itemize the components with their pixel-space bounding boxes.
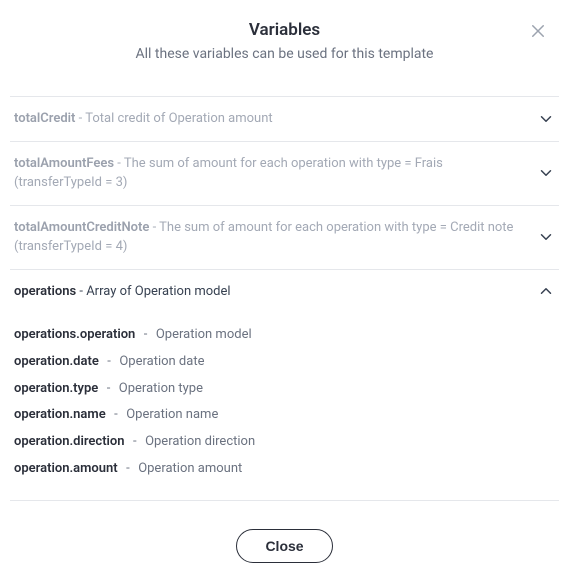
variable-text: totalAmountFees - The sum of amount for … [14,154,527,193]
variable-sep: - [127,434,144,449]
child-name: operation.direction [14,434,125,449]
chevron-down-icon [537,164,555,182]
chevron-up-icon [537,282,555,300]
child-name: operations.operation [14,327,135,342]
modal-title: Variables [20,20,549,40]
variable-totalAmountCreditNote: totalAmountCreditNote - The sum of amoun… [10,206,559,270]
child-variable: operation.amount - Operation amount [14,459,555,480]
modal-header: Variables All these variables can be use… [0,0,569,70]
child-name: operation.name [14,407,106,422]
accordion-header[interactable]: operations - Array of Operation model [10,270,559,314]
modal-footer: Close [0,515,569,583]
variable-sep: - [114,156,124,171]
variable-sep: - [120,461,137,476]
variable-totalAmountFees: totalAmountFees - The sum of amount for … [10,142,559,206]
variable-sep: - [108,407,125,422]
child-name: operation.type [14,381,98,396]
accordion-header[interactable]: totalAmountFees - The sum of amount for … [10,142,559,205]
variable-sep: - [76,284,86,299]
child-desc: Operation type [119,381,203,396]
modal-content: totalCredit - Total credit of Operation … [0,70,569,515]
variable-name: totalCredit [14,111,75,126]
accordion-header[interactable]: firstBalance - Array of variable [10,501,559,515]
variable-name: operations [14,284,76,299]
close-button[interactable]: Close [236,529,332,563]
variable-sep: - [137,327,154,342]
variable-desc: Total credit of Operation amount [85,111,272,126]
child-variable: operation.direction - Operation directio… [14,432,555,453]
child-variable: operation.name - Operation name [14,405,555,426]
chevron-down-icon [537,110,555,128]
variables-modal: Variables All these variables can be use… [0,0,569,583]
accordion-header[interactable]: totalAmountCreditNote - The sum of amoun… [10,206,559,269]
child-desc: Operation date [119,354,204,369]
modal-subtitle: All these variables can be used for this… [20,46,549,62]
variable-totalCredit: totalCredit - Total credit of Operation … [10,97,559,142]
variable-text: operations - Array of Operation model [14,282,527,302]
child-desc: Operation model [156,327,252,342]
child-variable: operations.operation - Operation model [14,325,555,346]
variable-text: totalAmountCreditNote - The sum of amoun… [14,218,527,257]
variable-name: totalAmountCreditNote [14,220,149,235]
child-name: operation.date [14,354,99,369]
variable-text: totalCredit - Total credit of Operation … [14,109,527,129]
child-desc: Operation name [126,407,218,422]
variable-firstBalance: firstBalance - Array of variable [10,501,559,515]
accordion-content: operations.operation - Operation model o… [10,313,559,500]
variable-name: totalAmountFees [14,156,114,171]
chevron-down-icon [537,228,555,246]
child-variable: operation.date - Operation date [14,352,555,373]
variable-sep: - [149,220,159,235]
variable-sep: - [100,381,117,396]
variable-sep: - [75,111,85,126]
child-desc: Operation direction [145,434,255,449]
close-icon[interactable] [529,22,547,40]
child-name: operation.amount [14,461,118,476]
child-variable: operation.type - Operation type [14,379,555,400]
variable-desc: Array of Operation model [86,284,230,299]
variable-sep: - [101,354,118,369]
accordion-header[interactable]: totalCredit - Total credit of Operation … [10,97,559,141]
child-desc: Operation amount [138,461,242,476]
variable-operations: operations - Array of Operation model op… [10,270,559,501]
